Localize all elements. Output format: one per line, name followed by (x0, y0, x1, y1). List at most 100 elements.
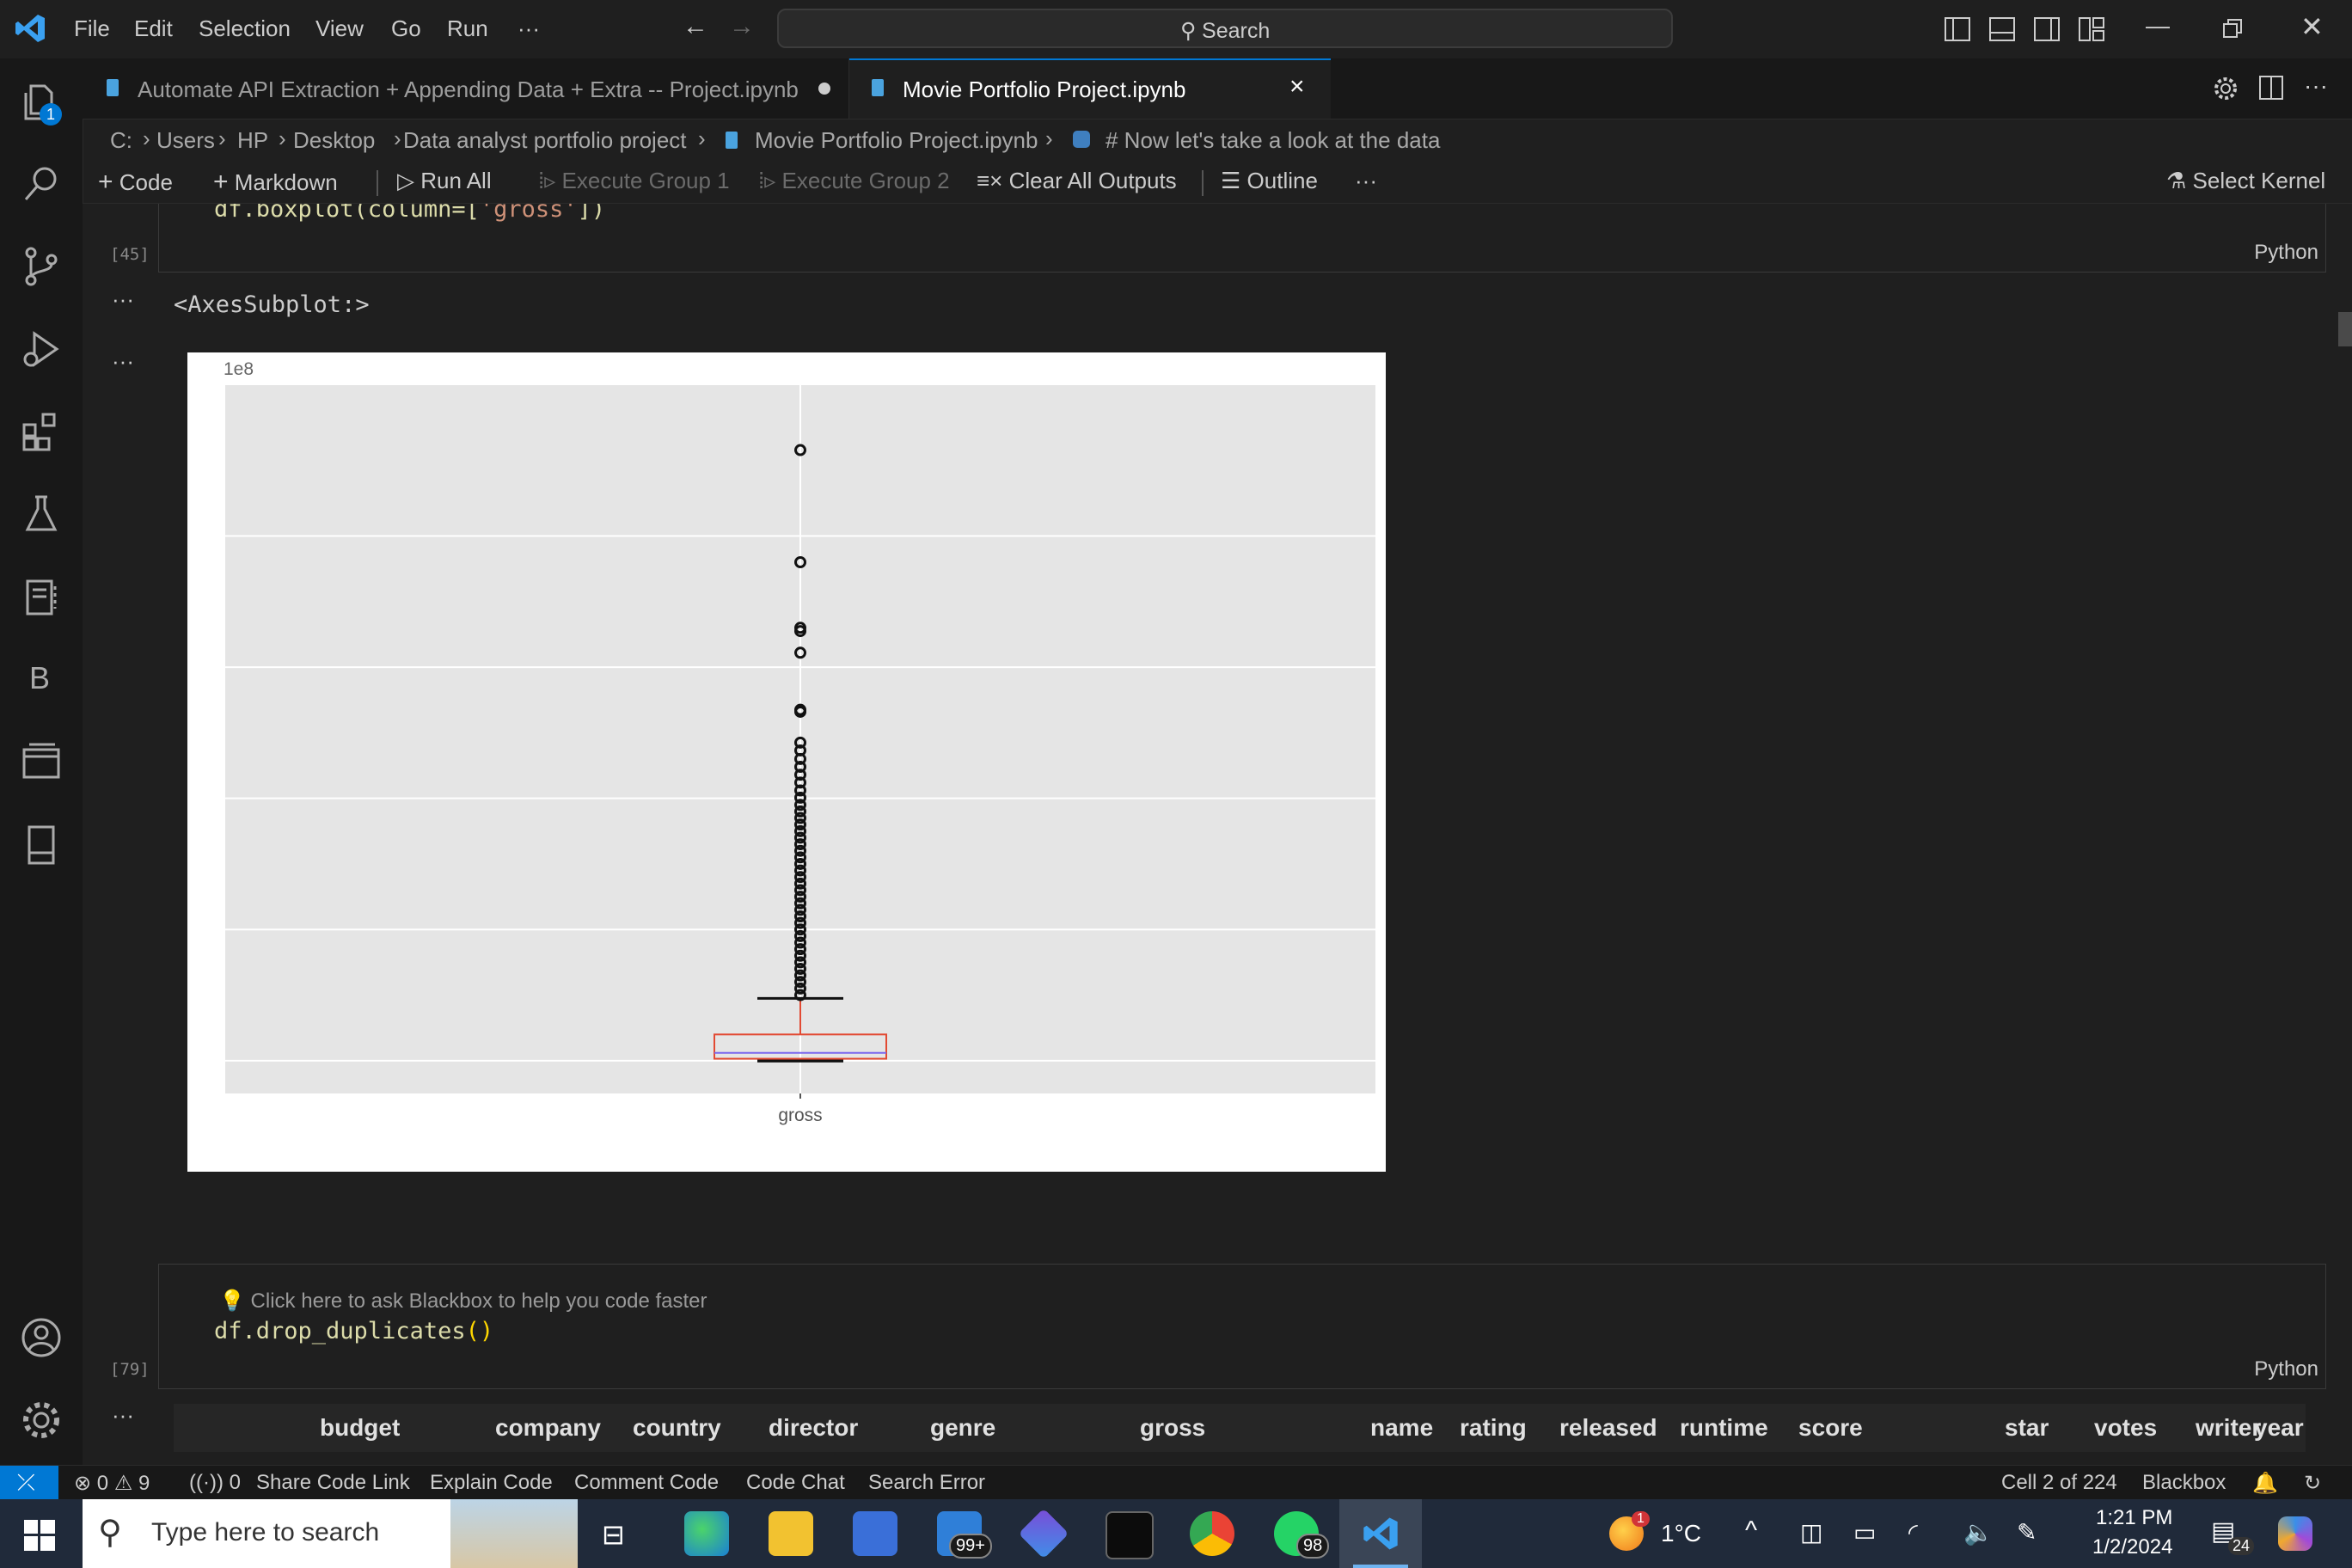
remote-explorer-icon[interactable] (19, 739, 64, 784)
menu-file[interactable]: File (74, 15, 110, 42)
breadcrumb-item[interactable]: C: (110, 127, 132, 154)
clear-all-outputs-button[interactable]: ≡× Clear All Outputs (977, 168, 1177, 194)
run-all-button[interactable]: ▷ Run All (397, 168, 492, 194)
cell-language-label[interactable]: Python (2254, 241, 2318, 265)
blackbox-hint[interactable]: 💡 Click here to ask Blackbox to help you… (219, 1289, 707, 1314)
battery-icon[interactable]: ▭ (1853, 1518, 1876, 1547)
blackbox-icon[interactable]: B (29, 660, 50, 696)
tab-automate-api[interactable]: Automate API Extraction + Appending Data… (83, 58, 849, 119)
search-icon[interactable] (19, 162, 64, 206)
notifications-bell-icon[interactable]: 🔔 (2252, 1471, 2278, 1496)
notebook-file-icon (726, 132, 738, 149)
execute-group-2-button[interactable]: ⁞▹ Execute Group 2 (758, 168, 950, 194)
command-center-search[interactable]: ⚲ Search (777, 9, 1673, 48)
notification-count: 24 (2228, 1537, 2255, 1555)
vertical-scrollbar[interactable] (2333, 204, 2352, 1465)
source-control-icon[interactable] (19, 244, 64, 289)
outline-button[interactable]: ☰ Outline (1221, 168, 1318, 194)
wifi-icon[interactable]: ◜ (1908, 1518, 1918, 1547)
volume-icon[interactable]: 🔈 (1963, 1518, 1994, 1547)
close-window-icon[interactable]: ✕ (2300, 10, 2324, 43)
add-markdown-cell-button[interactable]: + Markdown (213, 168, 338, 197)
copilot-app-icon[interactable] (1018, 1508, 1069, 1559)
output-more-icon[interactable]: ··· (112, 286, 134, 313)
breadcrumb-item[interactable]: Data analyst portfolio project (403, 127, 687, 154)
play-icon: ▷ (397, 168, 414, 193)
execute-group-1-button[interactable]: ⁞▹ Execute Group 1 (538, 168, 730, 194)
code-line[interactable]: df.boxplot(column=['gross']) (214, 204, 605, 223)
restore-icon[interactable] (2223, 19, 2242, 38)
code-chat-button[interactable]: Code Chat (746, 1471, 845, 1495)
breadcrumb-item[interactable]: # Now let's take a look at the data (1106, 127, 1440, 154)
pen-icon[interactable]: ✎ (2017, 1518, 2037, 1547)
breadcrumb-item[interactable]: HP (237, 127, 268, 154)
unsaved-dot-icon[interactable] (818, 83, 830, 95)
forward-arrow-icon[interactable]: → (729, 12, 755, 41)
remote-indicator[interactable]: ⤫ (0, 1466, 58, 1500)
task-view-icon[interactable]: ⊟ (602, 1518, 625, 1551)
scrollbar-thumb[interactable] (2338, 312, 2352, 346)
account-icon[interactable] (19, 1315, 64, 1360)
testing-flask-icon[interactable] (19, 492, 64, 536)
vscode-taskbar-button[interactable] (1339, 1499, 1422, 1568)
toggle-secondary-sidebar-icon[interactable] (2034, 17, 2060, 41)
settings-gear-icon[interactable] (19, 1398, 64, 1442)
menu-go[interactable]: Go (391, 15, 421, 42)
toggle-panel-icon[interactable] (1989, 17, 2015, 41)
output-more-icon[interactable]: ··· (112, 1402, 134, 1429)
search-error-button[interactable]: Search Error (868, 1471, 985, 1495)
cell-language-label[interactable]: Python (2254, 1357, 2318, 1381)
menu-more[interactable]: ··· (518, 15, 540, 42)
problems-indicator[interactable]: ⊗ 0 ⚠ 9 (74, 1471, 150, 1496)
microsoft-store-icon[interactable] (853, 1511, 897, 1556)
close-tab-icon[interactable]: × (1289, 72, 1305, 101)
menu-selection[interactable]: Selection (199, 15, 291, 42)
explain-code-button[interactable]: Explain Code (430, 1471, 553, 1495)
cell-position[interactable]: Cell 2 of 224 (2001, 1471, 2117, 1495)
select-kernel-button[interactable]: ⚗ Select Kernel (2166, 168, 2325, 194)
terminal-icon[interactable] (1106, 1511, 1154, 1559)
toggle-primary-sidebar-icon[interactable] (1945, 17, 1970, 41)
notebook-settings-gear-icon[interactable] (2213, 76, 2239, 101)
customize-layout-icon[interactable] (2079, 17, 2104, 41)
breadcrumb-item[interactable]: Movie Portfolio Project.ipynb (755, 127, 1038, 154)
code-cell[interactable]: 💡 Click here to ask Blackbox to help you… (158, 1264, 2326, 1389)
feedback-icon[interactable]: ↻ (2304, 1471, 2321, 1496)
extensions-icon[interactable] (19, 409, 64, 454)
run-debug-icon[interactable] (19, 327, 64, 371)
clear-outputs-icon: ≡× (977, 168, 1003, 193)
split-editor-icon[interactable] (2259, 76, 2283, 100)
menu-run[interactable]: Run (447, 15, 488, 42)
code-line[interactable]: df.drop_duplicates() (214, 1318, 493, 1344)
menu-edit[interactable]: Edit (134, 15, 173, 42)
output-more-icon[interactable]: ··· (112, 348, 134, 375)
windows-start-icon[interactable] (24, 1520, 55, 1551)
notebook-icon[interactable] (19, 574, 64, 619)
more-actions-icon[interactable]: ··· (2304, 72, 2328, 100)
copilot-icon[interactable] (2278, 1516, 2312, 1551)
minimize-icon[interactable]: — (2146, 12, 2170, 40)
show-hidden-icons-chevron-icon[interactable]: ^ (1745, 1516, 1757, 1546)
meet-now-icon[interactable]: ◫ (1800, 1518, 1822, 1547)
ports-indicator[interactable]: ((·)) 0 (189, 1471, 241, 1495)
share-code-link-button[interactable]: Share Code Link (256, 1471, 410, 1495)
breadcrumb-item[interactable]: Users (156, 127, 215, 154)
broadcast-icon: ((·)) (189, 1471, 224, 1494)
panel-icon[interactable] (19, 822, 64, 867)
taskbar-search-box[interactable]: ⚲ Type here to search (83, 1499, 578, 1568)
comment-code-button[interactable]: Comment Code (574, 1471, 719, 1495)
toolbar-more-button[interactable]: ··· (1355, 168, 1377, 194)
breadcrumb-item[interactable]: Desktop (293, 127, 375, 154)
edge-browser-icon[interactable] (684, 1511, 729, 1556)
weather-temp[interactable]: 1°C (1661, 1520, 1701, 1547)
back-arrow-icon[interactable]: ← (683, 12, 708, 41)
tab-movie-portfolio[interactable]: Movie Portfolio Project.ipynb × (849, 58, 1331, 119)
file-explorer-icon[interactable] (769, 1511, 813, 1556)
blackbox-status[interactable]: Blackbox (2142, 1471, 2226, 1495)
add-code-cell-button[interactable]: + Code (98, 168, 173, 197)
chrome-icon[interactable] (1190, 1511, 1234, 1556)
menu-view[interactable]: View (315, 15, 364, 42)
clock-time[interactable]: 1:21 PM (2096, 1506, 2172, 1530)
code-cell[interactable]: df.boxplot(column=['gross']) Python (158, 204, 2326, 273)
clock-date[interactable]: 1/2/2024 (2092, 1535, 2172, 1559)
